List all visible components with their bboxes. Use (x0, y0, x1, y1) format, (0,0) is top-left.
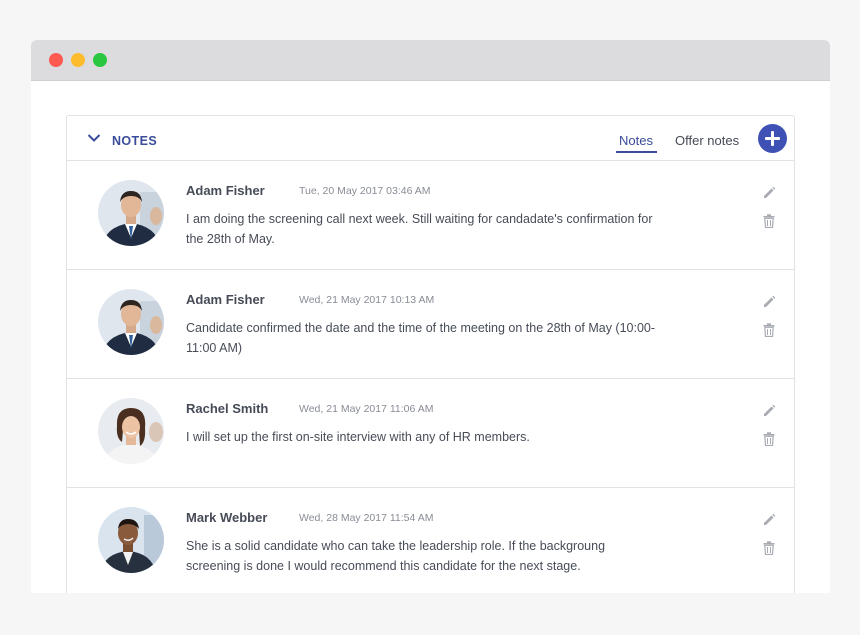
note-author: Adam Fisher (186, 183, 265, 198)
active-tab-indicator (616, 151, 657, 153)
edit-icon[interactable] (762, 513, 776, 527)
trash-icon[interactable] (763, 432, 775, 446)
note-timestamp: Tue, 20 May 2017 03:46 AM (299, 185, 431, 197)
note-text: I am doing the screening call next week.… (186, 212, 653, 246)
note-author: Adam Fisher (186, 292, 265, 307)
note-timestamp: Wed, 28 May 2017 11:54 AM (299, 512, 434, 524)
trash-icon[interactable] (763, 214, 775, 228)
note-timestamp: Wed, 21 May 2017 11:06 AM (299, 403, 434, 415)
note-timestamp: Wed, 21 May 2017 10:13 AM (299, 294, 435, 306)
avatar (98, 180, 164, 246)
add-note-button[interactable] (758, 124, 787, 153)
note-item: Mark Webber Wed, 28 May 2017 11:54 AM Sh… (67, 488, 794, 593)
edit-icon[interactable] (762, 186, 776, 200)
tab-notes[interactable]: Notes (619, 133, 653, 148)
avatar (98, 398, 164, 464)
minimize-window-button[interactable] (71, 53, 85, 67)
edit-icon[interactable] (762, 295, 776, 309)
note-text: I will set up the first on-site intervie… (186, 430, 530, 444)
chevron-down-icon[interactable] (87, 133, 101, 143)
title-bar (31, 40, 830, 81)
app-window: NOTES Notes Offer notes Adam Fisher Tue,… (31, 40, 830, 593)
avatar (98, 507, 164, 573)
panel-title: NOTES (112, 134, 158, 148)
notes-panel: NOTES Notes Offer notes Adam Fisher Tue,… (66, 115, 795, 593)
edit-icon[interactable] (762, 404, 776, 418)
note-item: Rachel Smith Wed, 21 May 2017 11:06 AM I… (67, 379, 794, 488)
maximize-window-button[interactable] (93, 53, 107, 67)
note-item: Adam Fisher Tue, 20 May 2017 03:46 AM I … (67, 161, 794, 270)
note-author: Rachel Smith (186, 401, 269, 416)
note-item: Adam Fisher Wed, 21 May 2017 10:13 AM Ca… (67, 270, 794, 379)
avatar (98, 289, 164, 355)
trash-icon[interactable] (763, 323, 775, 337)
note-text: She is a solid candidate who can take th… (186, 539, 606, 573)
close-window-button[interactable] (49, 53, 63, 67)
note-text: Candidate confirmed the date and the tim… (186, 321, 656, 355)
trash-icon[interactable] (763, 541, 775, 555)
tab-offer-notes[interactable]: Offer notes (675, 133, 739, 148)
note-author: Mark Webber (186, 510, 268, 525)
notes-panel-header: NOTES Notes Offer notes (67, 116, 794, 161)
